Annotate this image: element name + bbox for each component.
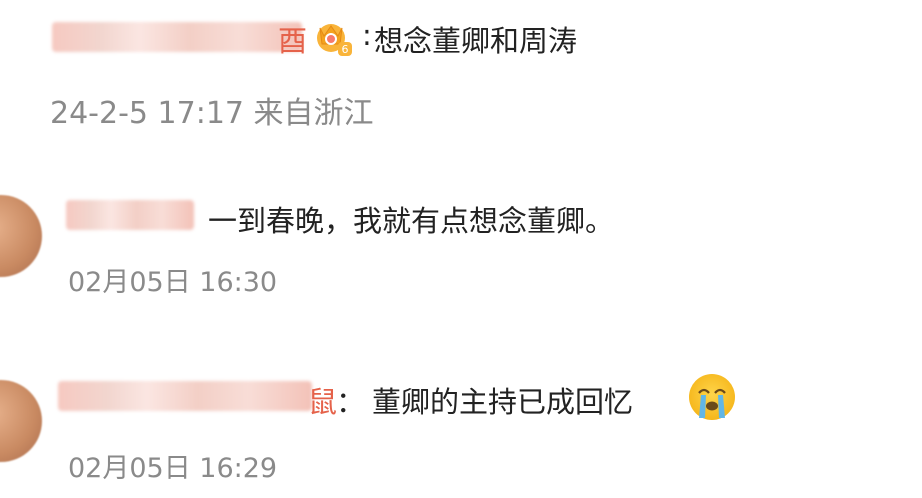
post-meta: 24-2-5 17:17 来自浙江: [50, 96, 374, 131]
post-username-tail[interactable]: 酉: [278, 18, 307, 60]
post-username-blurred[interactable]: [52, 22, 302, 52]
comment1-content: 一到春晚，我就有点想念董卿。: [208, 204, 615, 238]
comment1-avatar[interactable]: [0, 195, 42, 277]
comment2-username-tail[interactable]: 鼠: [308, 379, 337, 421]
comment1-time: 02月05日 16:30: [68, 267, 278, 298]
comment1-username-blurred[interactable]: [66, 200, 194, 230]
crying-face-icon: [689, 374, 735, 420]
comment2-avatar[interactable]: [0, 380, 42, 462]
vip-level-text: 6: [342, 43, 349, 56]
comment2-separator: ：: [336, 385, 366, 419]
crown-badge-icon: 6: [317, 24, 352, 56]
comment2-content: 董卿的主持已成回忆: [372, 385, 634, 419]
post-separator: :: [362, 18, 372, 52]
comment2-time: 02月05日 16:29: [68, 453, 278, 484]
comment2-username-blurred[interactable]: [58, 381, 312, 411]
post-content: 想念董卿和周涛: [374, 24, 578, 58]
